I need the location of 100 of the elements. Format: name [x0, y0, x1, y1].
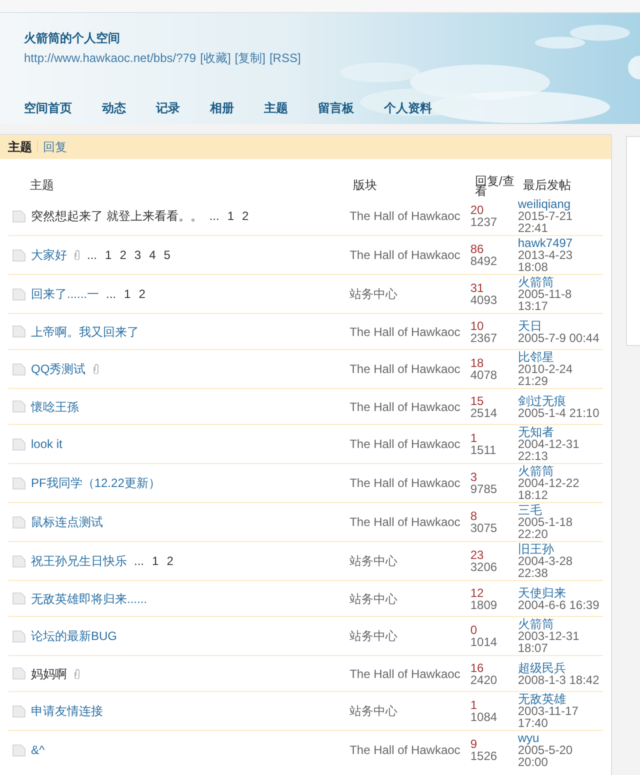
reply-count: 9 — [470, 738, 478, 750]
last-poster[interactable]: wyu — [518, 732, 604, 744]
column-header: 最后发帖 — [523, 177, 571, 194]
reply-count: 10 — [470, 320, 485, 332]
reply-count: 16 — [470, 662, 485, 674]
forum-name: The Hall of Hawkaoc — [350, 475, 462, 492]
document-icon — [12, 704, 26, 718]
topic-link[interactable]: &^ — [31, 741, 45, 759]
document-icon — [12, 400, 26, 413]
topic-link[interactable]: look it — [31, 435, 62, 453]
reply-count: 31 — [470, 282, 485, 294]
topic-link[interactable]: 鼠标连点测试 — [31, 513, 103, 531]
last-poster[interactable]: 无敌英雄 — [518, 693, 604, 705]
topic-link[interactable]: 回来了......一 — [31, 285, 100, 303]
forum-name: 站务中心 — [350, 590, 399, 608]
column-header: 回复/查看 — [475, 176, 516, 196]
page-link[interactable]: 2 — [242, 207, 249, 225]
view-count: 1014 — [470, 636, 498, 648]
forum-name: The Hall of Hawkaoc — [350, 324, 462, 340]
tab[interactable]: 主题 — [8, 138, 32, 156]
document-icon — [12, 248, 26, 262]
page-link[interactable]: ... — [106, 285, 116, 303]
topic-link[interactable]: 大家好 — [31, 246, 67, 264]
forum-name: The Hall of Hawkaoc — [350, 514, 462, 531]
last-post-time: 2005-7-9 00:44 — [518, 332, 600, 344]
reply-count: 12 — [470, 586, 485, 598]
forum-name: The Hall of Hawkaoc — [350, 398, 462, 416]
last-poster[interactable]: 天使归来 — [518, 586, 604, 598]
page-link[interactable]: ... — [209, 207, 220, 225]
last-poster[interactable]: 火箭筒 — [518, 465, 604, 477]
page-link[interactable]: 1 — [152, 552, 159, 570]
page-link[interactable]: 4 — [149, 246, 156, 264]
page-link[interactable]: 3 — [134, 246, 142, 264]
topic-link[interactable]: 懷唸王孫 — [31, 398, 79, 416]
page-link[interactable]: 1 — [227, 207, 234, 225]
topic-link[interactable]: 妈妈啊 — [31, 664, 67, 682]
last-poster[interactable]: 天日 — [518, 320, 604, 332]
nav-link[interactable]: 空间首页 — [24, 99, 72, 117]
last-poster[interactable]: 火箭筒 — [518, 618, 604, 630]
page-link[interactable]: 2 — [166, 552, 174, 570]
view-count: 4093 — [470, 294, 498, 306]
last-post-time: 2005-5-20 20:00 — [518, 744, 574, 768]
document-icon — [12, 516, 26, 528]
view-count: 2514 — [470, 406, 498, 418]
nav-link[interactable]: 相册 — [210, 99, 234, 117]
nav-link[interactable]: 主题 — [264, 99, 288, 117]
last-post-time: 2005-1-4 21:10 — [518, 406, 600, 418]
topic-link[interactable]: PF我同学（12.22更新） — [31, 474, 160, 492]
header-link[interactable]: [收藏] — [200, 49, 231, 67]
page-link[interactable]: 1 — [124, 285, 131, 303]
forum-name: The Hall of Hawkaoc — [350, 208, 462, 225]
forum-name: 站务中心 — [350, 286, 399, 303]
nav-link[interactable]: 动态 — [102, 99, 126, 117]
last-post-time: 2003-12-31 18:07 — [518, 630, 580, 654]
view-count: 1526 — [470, 750, 498, 762]
last-post-time: 2004-12-31 22:13 — [518, 438, 580, 462]
view-count: 1084 — [470, 711, 498, 723]
last-poster[interactable]: 旧王孙 — [518, 543, 604, 555]
last-poster[interactable]: weiliqiang — [518, 198, 604, 210]
nav-link[interactable]: 记录 — [156, 99, 180, 117]
reply-count: 8 — [470, 510, 478, 522]
page-link[interactable]: ... — [87, 246, 98, 264]
document-icon — [12, 210, 26, 222]
header-link[interactable]: [复制] — [234, 49, 266, 67]
page-link[interactable]: 1 — [105, 246, 112, 264]
reply-count: 20 — [470, 204, 485, 216]
topic-link[interactable]: 上帝啊。我又回来了 — [31, 322, 139, 340]
page-link[interactable]: 2 — [138, 285, 146, 303]
last-poster[interactable]: hawk7497 — [518, 237, 604, 249]
last-poster[interactable]: 无知者 — [518, 426, 604, 438]
page-link[interactable]: ... — [134, 552, 144, 570]
reply-count: 18 — [470, 357, 485, 369]
last-poster[interactable]: 三毛 — [518, 504, 604, 516]
topic-link[interactable]: 突然想起来了 就登上来看看。。 — [31, 207, 202, 225]
document-icon — [12, 288, 26, 300]
last-poster[interactable]: 火箭筒 — [518, 276, 604, 288]
header-link[interactable]: [RSS] — [269, 49, 301, 67]
view-count: 8492 — [470, 255, 498, 267]
forum-name: The Hall of Hawkaoc — [350, 361, 462, 378]
document-icon — [12, 592, 26, 605]
nav-link[interactable]: 留言板 — [318, 99, 354, 117]
reply-count: 1 — [470, 699, 478, 711]
last-post-time: 2005-1-18 22:20 — [518, 516, 574, 540]
last-poster[interactable]: 剑过无痕 — [518, 394, 604, 406]
last-post-time: 2005-11-8 13:17 — [518, 288, 573, 312]
last-poster[interactable]: 超级民兵 — [518, 662, 604, 674]
column-header: 版块 — [353, 177, 378, 194]
column-header: 主题 — [29, 177, 55, 194]
last-post-time: 2015-7-21 22:41 — [518, 210, 574, 234]
tab[interactable]: 回复 — [43, 138, 67, 156]
last-poster[interactable]: 比邻星 — [518, 351, 604, 363]
page-link[interactable]: 5 — [164, 246, 170, 264]
last-post-time: 2008-1-3 18:42 — [518, 674, 600, 686]
topic-link[interactable]: 论坛的最新BUG — [31, 627, 118, 645]
topic-link[interactable]: 无敌英雄即将归来...... — [31, 590, 148, 608]
topic-link[interactable]: 祝王孙兄生日快乐 — [31, 552, 127, 570]
topic-link[interactable]: 申请友情连接 — [31, 702, 103, 720]
topic-link[interactable]: QQ秀测试 — [31, 360, 86, 378]
page-link[interactable]: 2 — [120, 246, 126, 264]
view-count: 2420 — [470, 674, 498, 686]
